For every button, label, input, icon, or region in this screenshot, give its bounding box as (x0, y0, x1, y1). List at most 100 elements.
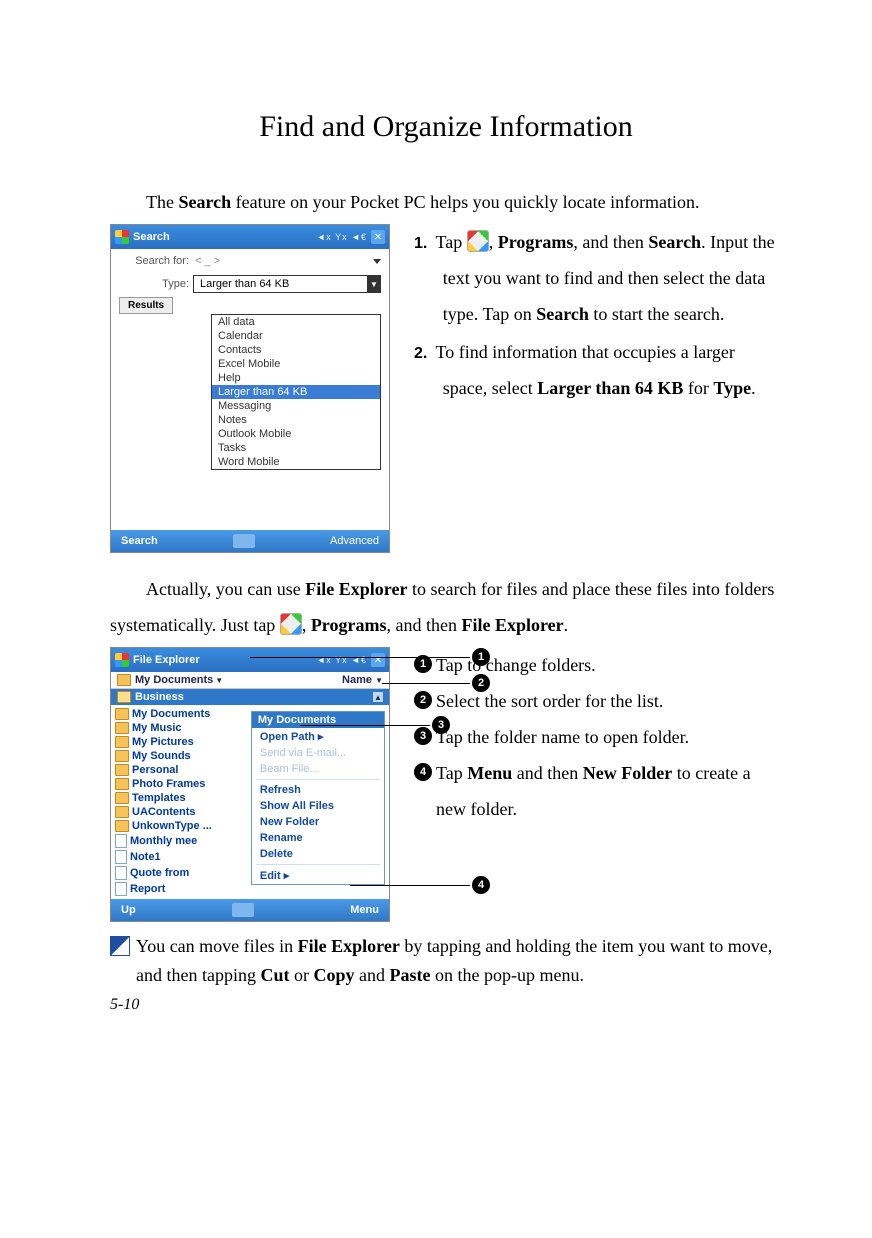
list-item[interactable]: Personal (115, 763, 243, 777)
sort-selector[interactable]: Name ▼ (342, 674, 383, 686)
file-icon (115, 850, 127, 864)
file-icon (115, 834, 127, 848)
context-menu-item[interactable]: Delete (252, 846, 384, 862)
search-for-value[interactable]: < _ > (195, 255, 220, 267)
type-option[interactable]: All data (212, 315, 380, 329)
context-menu-item[interactable]: Show All Files (252, 798, 384, 814)
note-icon (110, 936, 130, 956)
type-option[interactable]: Messaging (212, 399, 380, 413)
list-item[interactable]: My Sounds (115, 749, 243, 763)
type-option[interactable]: Tasks (212, 441, 380, 455)
folder-icon (115, 764, 129, 776)
list-item[interactable]: Report (115, 881, 243, 897)
folder-icon (115, 778, 129, 790)
folder-icon (117, 674, 131, 686)
softkey-menu[interactable]: Menu (350, 904, 379, 916)
search-title-text: Search (133, 231, 170, 243)
windows-start-icon (280, 613, 302, 635)
type-label: Type: (119, 278, 189, 290)
start-flag-icon (115, 230, 129, 244)
list-item[interactable]: Quote from (115, 865, 243, 881)
business-folder[interactable]: Business (135, 691, 184, 703)
softkey-search[interactable]: Search (121, 535, 158, 547)
file-explorer-screenshot: File Explorer ◄x Yx ◄€ ✕ My Documents ▼ … (110, 647, 390, 922)
context-menu-item[interactable]: Open Path ▸ (252, 728, 384, 745)
type-dropdown-list[interactable]: All dataCalendarContactsExcel MobileHelp… (211, 314, 381, 470)
intro-text-2: feature on your Pocket PC helps you quic… (231, 192, 699, 212)
folder-icon (115, 820, 129, 832)
windows-start-icon (467, 230, 489, 252)
ctx-header: My Documents (252, 712, 384, 728)
type-option[interactable]: Excel Mobile (212, 357, 380, 371)
context-menu-item[interactable]: Refresh (252, 782, 384, 798)
list-item[interactable]: UAContents (115, 805, 243, 819)
current-folder[interactable]: My Documents (135, 674, 213, 686)
type-select[interactable]: Larger than 64 KB ▼ (193, 275, 381, 293)
note-block: You can move files in File Explorer by t… (110, 932, 782, 990)
type-option[interactable]: Word Mobile (212, 455, 380, 469)
context-menu: My Documents Open Path ▸Send via E-mail.… (251, 711, 385, 885)
anno-1: Tap to change folders. (436, 647, 596, 683)
anno-4: Tap Menu and then New Folder to create a… (436, 755, 782, 827)
page-number: 5-10 (110, 996, 782, 1014)
list-item[interactable]: Templates (115, 791, 243, 805)
type-option[interactable]: Outlook Mobile (212, 427, 380, 441)
file-list: My DocumentsMy MusicMy PicturesMy Sounds… (111, 705, 247, 899)
dropdown-arrow-icon[interactable]: ▼ (367, 275, 381, 293)
start-flag-icon (115, 653, 129, 667)
type-option[interactable]: Notes (212, 413, 380, 427)
step-1: 1. Tap , Programs, and then Search. Inpu… (414, 224, 782, 332)
search-screenshot: Search ◄x Yx ◄€ ✕ Search for: < _ > Type… (110, 224, 390, 553)
status-icons: ◄x Yx ◄€ (316, 655, 367, 665)
intro-paragraph: The Search feature on your Pocket PC hel… (110, 184, 782, 220)
list-item[interactable]: My Music (115, 721, 243, 735)
file-icon (115, 866, 127, 880)
folder-icon (115, 736, 129, 748)
type-option[interactable]: Calendar (212, 329, 380, 343)
context-menu-item[interactable]: Edit ▸ (252, 867, 384, 884)
step-2: 2. To find information that occupies a l… (414, 334, 782, 406)
list-item[interactable]: My Pictures (115, 735, 243, 749)
file-icon (115, 882, 127, 896)
context-menu-item[interactable]: Rename (252, 830, 384, 846)
intro-search-bold: Search (178, 192, 231, 212)
list-item[interactable]: Note1 (115, 849, 243, 865)
keyboard-icon[interactable] (232, 903, 254, 917)
search-titlebar: Search ◄x Yx ◄€ ✕ (111, 225, 389, 249)
type-option[interactable]: Larger than 64 KB (212, 385, 380, 399)
list-item[interactable]: UnkownType ... (115, 819, 243, 833)
context-menu-item: Send via E-mail... (252, 745, 384, 761)
annotations: 1Tap to change folders. 2Select the sort… (414, 647, 782, 827)
folder-icon (115, 708, 129, 720)
type-value: Larger than 64 KB (200, 278, 289, 290)
folder-icon (115, 722, 129, 734)
context-menu-item[interactable]: New Folder (252, 814, 384, 830)
close-icon[interactable]: ✕ (371, 230, 385, 244)
context-menu-item: Beam File... (252, 761, 384, 777)
status-icons: ◄x Yx ◄€ (316, 232, 367, 242)
fe-title-text: File Explorer (133, 654, 200, 666)
intro-text-1: The (146, 192, 178, 212)
page-title: Find and Organize Information (110, 110, 782, 144)
folder-icon (115, 806, 129, 818)
folder-icon (117, 691, 131, 703)
folder-icon (115, 792, 129, 804)
softkey-up[interactable]: Up (121, 904, 136, 916)
fe-titlebar: File Explorer ◄x Yx ◄€ ✕ (111, 648, 389, 672)
instruction-steps: 1. Tap , Programs, and then Search. Inpu… (414, 224, 782, 408)
chevron-down-icon[interactable]: ▼ (215, 676, 223, 685)
file-explorer-paragraph: Actually, you can use File Explorer to s… (110, 571, 782, 643)
softkey-advanced[interactable]: Advanced (330, 535, 379, 547)
search-dropdown-icon[interactable] (373, 259, 381, 264)
callout-4: 4 (472, 876, 490, 894)
type-option[interactable]: Contacts (212, 343, 380, 357)
list-item[interactable]: Monthly mee (115, 833, 243, 849)
scroll-up-icon[interactable]: ▲ (373, 692, 383, 702)
keyboard-icon[interactable] (233, 534, 255, 548)
results-label: Results (119, 297, 173, 314)
list-item[interactable]: My Documents (115, 707, 243, 721)
list-item[interactable]: Photo Frames (115, 777, 243, 791)
type-option[interactable]: Help (212, 371, 380, 385)
close-icon[interactable]: ✕ (371, 653, 385, 667)
folder-icon (115, 750, 129, 762)
